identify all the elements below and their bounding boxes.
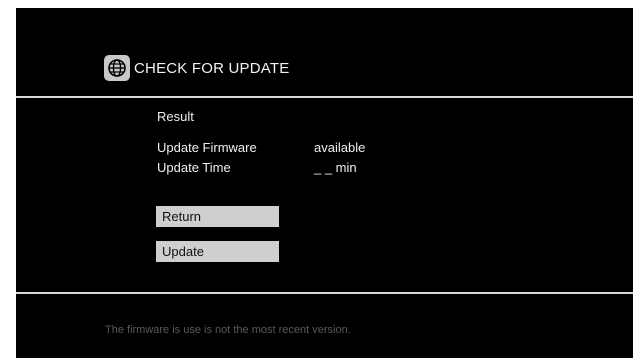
globe-icon [104,55,130,81]
status-message: The firmware is use is not the most rece… [105,324,351,336]
update-time-value: _ _ min [314,160,357,175]
update-time-label: Update Time [157,160,231,175]
update-firmware-label: Update Firmware [157,140,257,155]
update-screen: CHECK FOR UPDATE Result Update Firmware … [16,8,633,358]
result-heading: Result [157,109,194,124]
page-title: CHECK FOR UPDATE [134,59,290,77]
return-button[interactable]: Return [156,206,279,227]
update-firmware-value: available [314,140,366,155]
footer-divider [16,292,633,294]
header-divider [16,96,633,98]
update-button[interactable]: Update [156,241,279,262]
screen-header: CHECK FOR UPDATE [104,54,289,82]
